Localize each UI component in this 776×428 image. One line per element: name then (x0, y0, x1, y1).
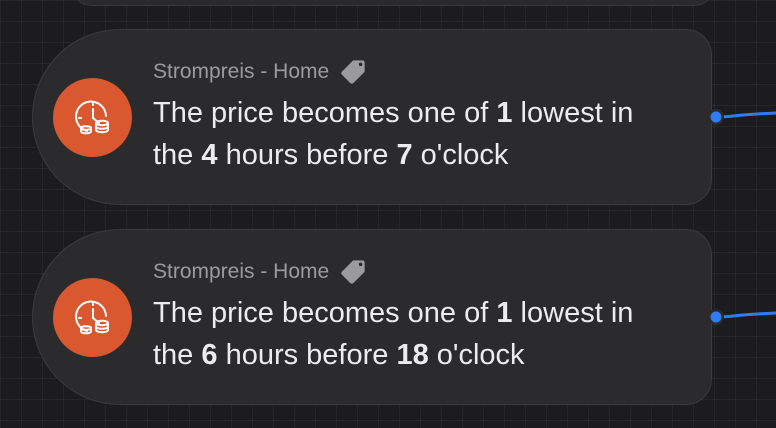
integration-name: Strompreis - Home (153, 60, 330, 83)
card-subtitle: Strompreis - Home (153, 258, 367, 286)
text-part: The price becomes one of (153, 97, 497, 129)
text-part: o'clock (412, 139, 509, 171)
clock-value: 7 (396, 139, 413, 171)
clock-value: 18 (396, 339, 429, 371)
integration-name: Strompreis - Home (153, 260, 330, 283)
text-part: The price becomes one of (153, 297, 497, 329)
trigger-card[interactable]: Strompreis - Home The price becomes one … (32, 29, 712, 205)
output-connector[interactable] (708, 307, 776, 327)
card-subtitle: Strompreis - Home (153, 58, 367, 86)
tag-icon (341, 60, 365, 84)
clock-coins-icon (53, 78, 132, 157)
text-part: lowest in (512, 97, 634, 129)
trigger-description: The price becomes one of 1 lowest in the… (153, 292, 703, 376)
trigger-card[interactable]: Strompreis - Home The price becomes one … (32, 229, 712, 405)
output-connector[interactable] (708, 107, 776, 127)
lowest-count-value: 1 (496, 297, 513, 329)
tag-icon (341, 260, 365, 284)
text-part: hours before (217, 339, 397, 371)
clock-coins-icon (53, 278, 132, 357)
trigger-description: The price becomes one of 1 lowest in the… (153, 92, 703, 176)
hours-value: 6 (201, 339, 218, 371)
text-part: o'clock (428, 339, 525, 371)
previous-flow-card[interactable] (70, 0, 716, 6)
text-part: the (153, 139, 202, 171)
lowest-count-value: 1 (496, 97, 513, 129)
automation-flow-canvas[interactable]: Strompreis - Home The price becomes one … (0, 0, 776, 428)
text-part: hours before (217, 139, 397, 171)
text-part: lowest in (512, 297, 634, 329)
hours-value: 4 (201, 139, 218, 171)
text-part: the (153, 339, 202, 371)
